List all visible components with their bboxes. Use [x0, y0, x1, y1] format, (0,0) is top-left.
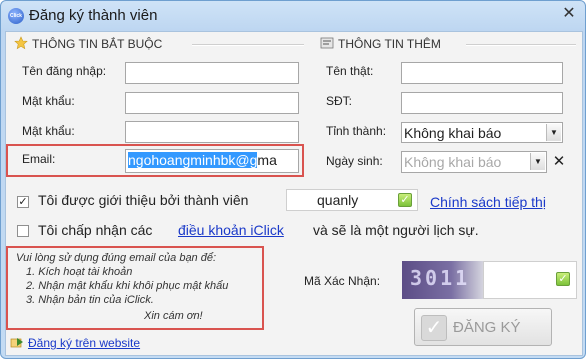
province-label: Tỉnh thành:	[326, 124, 387, 138]
section-divider	[466, 44, 576, 46]
tools-icon	[320, 36, 334, 53]
terms-suffix: và sẽ là một người lịch sự.	[313, 222, 479, 238]
section-divider	[192, 44, 304, 46]
phone-label: SĐT:	[326, 94, 353, 108]
extra-section-title: THÔNG TIN THÊM	[338, 37, 441, 51]
username-label: Tên đăng nhập:	[22, 64, 107, 78]
email-label: Email:	[22, 152, 56, 166]
username-input[interactable]	[125, 62, 299, 84]
referrer-value: quanly	[317, 192, 359, 208]
globe-link-icon	[10, 337, 24, 352]
check-icon: ✓	[421, 315, 447, 341]
birthday-select[interactable]: Không khai báo ▼	[401, 151, 547, 173]
star-icon	[14, 36, 28, 53]
realname-label: Tên thật:	[326, 64, 374, 78]
captcha-label: Mã Xác Nhận:	[304, 274, 381, 288]
terms-link[interactable]: điều khoản iClick	[178, 222, 284, 238]
referrer-valid-icon: ✓	[398, 193, 412, 207]
birthday-label: Ngày sinh:	[326, 154, 383, 168]
terms-prefix: Tôi chấp nhận các	[38, 222, 153, 238]
register-button-label: ĐĂNG KÝ	[453, 319, 521, 336]
notice-thanks: Xin cám ơn!	[144, 310, 203, 322]
referral-label: Tôi được giới thiệu bởi thành viên	[38, 192, 249, 208]
chevron-down-icon[interactable]: ▼	[530, 153, 545, 170]
password-label: Mật khẩu:	[22, 94, 75, 108]
register-dialog: Click Đăng ký thành viên ✕ THÔNG TIN BẮT…	[0, 0, 586, 359]
province-value: Không khai báo	[404, 125, 502, 141]
close-button[interactable]: ✕	[559, 5, 579, 23]
province-select[interactable]: Không khai báo ▼	[401, 122, 563, 143]
confirm-password-label: Mật khẩu:	[22, 124, 75, 138]
notice-line: 3. Nhận bản tin của iClick.	[26, 294, 154, 306]
chevron-down-icon[interactable]: ▼	[546, 124, 561, 141]
notice-line: Vui lòng sử dụng đúng email của bạn để:	[16, 252, 217, 264]
marketing-policy-link[interactable]: Chính sách tiếp thị	[430, 194, 546, 210]
email-rest-text: ma	[257, 152, 277, 168]
dialog-body: THÔNG TIN BẮT BUỘC THÔNG TIN THÊM Tên đă…	[5, 31, 583, 356]
phone-input[interactable]	[401, 92, 563, 114]
password-input[interactable]	[125, 92, 299, 114]
terms-checkbox[interactable]	[17, 225, 29, 237]
email-selected-text: ngohoangminhbk@g	[128, 152, 258, 168]
window-title: Đăng ký thành viên	[29, 7, 158, 24]
required-section-title: THÔNG TIN BẮT BUỘC	[32, 37, 163, 51]
clear-date-icon[interactable]: ✕	[551, 152, 567, 172]
captcha-image-text: 3011	[410, 266, 471, 290]
register-on-website-link[interactable]: Đăng ký trên website	[28, 336, 140, 350]
confirm-password-input[interactable]	[125, 121, 299, 143]
notice-line: 1. Kích hoạt tài khoản	[26, 266, 133, 278]
app-logo-icon: Click	[8, 8, 24, 24]
notice-line: 2. Nhận mật khẩu khi khôi phục mật khẩu	[26, 280, 229, 292]
title-bar[interactable]: Click Đăng ký thành viên ✕	[1, 1, 585, 31]
captcha-valid-icon: ✓	[556, 272, 570, 286]
birthday-value: Không khai báo	[404, 154, 502, 170]
captcha-image: 3011	[402, 261, 484, 299]
referral-checkbox[interactable]: ✓	[17, 196, 29, 208]
realname-input[interactable]	[401, 62, 563, 84]
register-button[interactable]: ✓ ĐĂNG KÝ	[414, 308, 552, 346]
email-input[interactable]: ngohoangminhbk@gma	[125, 149, 299, 173]
